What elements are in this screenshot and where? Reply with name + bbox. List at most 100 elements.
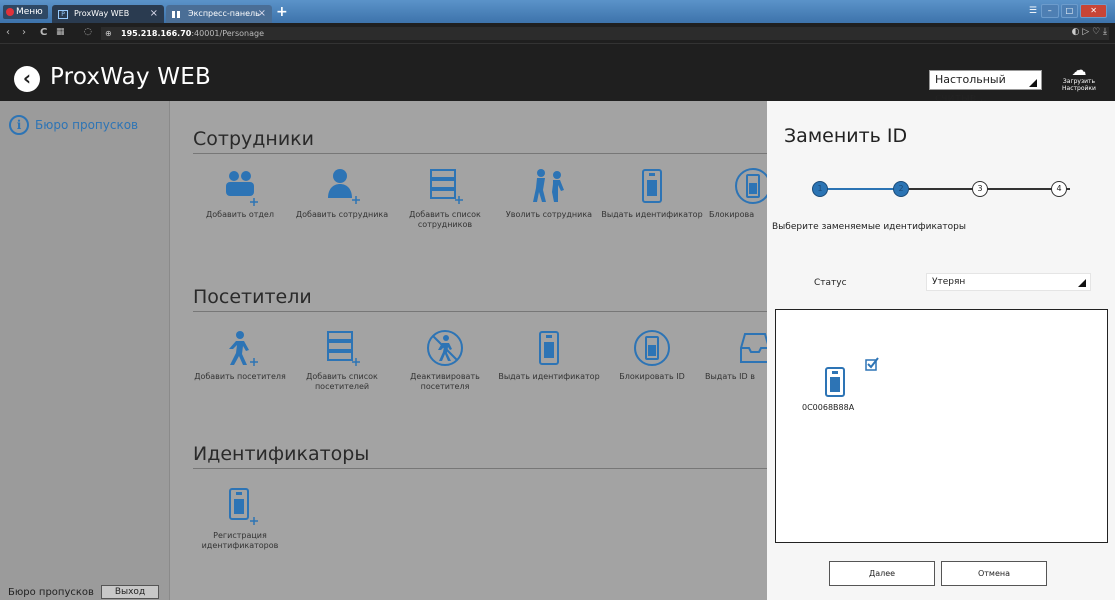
- id-card-icon: [642, 169, 662, 203]
- browser-titlebar: Меню P ProxWay WEB × Экспресс-панель × +…: [0, 0, 1115, 23]
- tile-label: Добавить отдел: [206, 210, 274, 219]
- tab-close-icon[interactable]: ×: [150, 5, 158, 23]
- tile-label: Выдать ID в: [705, 372, 755, 381]
- forward-arrow-icon[interactable]: ›: [22, 27, 26, 38]
- window-controls: – □ ✕: [1041, 4, 1108, 18]
- dropdown-arrow-icon: [1029, 79, 1037, 87]
- identifier-item[interactable]: 0C0068B88A: [802, 356, 879, 426]
- tile-block-id-employee[interactable]: Блокирова: [703, 166, 767, 220]
- status-select-value: Утерян: [932, 277, 966, 287]
- extensions-icon[interactable]: ◐ ▷ ♡ ⤓: [1072, 27, 1107, 37]
- register-id-icon: [229, 488, 258, 525]
- shield-icon[interactable]: ◌: [84, 27, 92, 37]
- add-employee-icon: [328, 169, 360, 204]
- checkbox-checked-icon[interactable]: [865, 357, 879, 371]
- step-1: 1: [812, 181, 828, 197]
- tile-label: Добавить список сотрудников: [409, 210, 481, 229]
- close-window-button[interactable]: ✕: [1080, 4, 1108, 18]
- tray-icon: [740, 333, 767, 363]
- browser-menu-button[interactable]: Меню: [3, 5, 48, 19]
- app-title: ProxWay WEB: [50, 64, 211, 90]
- tab-menu-icon[interactable]: ☰: [1029, 6, 1037, 16]
- tile-label: Выдать идентификатор: [601, 210, 703, 219]
- tile-dismiss-employee[interactable]: Уволить сотрудника: [497, 166, 601, 220]
- stepper: 1 2 3 4: [810, 179, 1088, 199]
- tile-label: Уволить сотрудника: [505, 210, 593, 219]
- dismiss-employee-icon: [533, 169, 564, 202]
- tab-close-icon[interactable]: ×: [258, 5, 266, 23]
- address-bar: ‹ › C ▦ ◌ ⊕ 195.218.166.70:40001/Persona…: [0, 23, 1115, 44]
- sidebar-item-pass-office[interactable]: i Бюро пропусков: [9, 115, 164, 135]
- load-settings-label-1: Загрузить: [1062, 78, 1096, 85]
- sidebar-footer: Бюро пропусков Выход: [0, 584, 170, 600]
- tile-label: Блокировать ID: [619, 372, 685, 381]
- tile-add-visitor[interactable]: Добавить посетителя: [188, 328, 292, 382]
- info-icon: i: [9, 115, 29, 135]
- add-visitor-icon: [229, 331, 258, 366]
- back-arrow-icon[interactable]: ‹: [6, 27, 10, 38]
- new-tab-button[interactable]: +: [276, 4, 288, 20]
- minimize-button[interactable]: –: [1041, 4, 1059, 18]
- tab-proxway[interactable]: P ProxWay WEB ×: [52, 5, 164, 23]
- id-card-icon: [539, 331, 559, 365]
- block-id-icon: [634, 330, 670, 366]
- tile-label: Добавить посетителя: [194, 372, 286, 381]
- cloud-upload-icon: ☁: [1071, 61, 1087, 79]
- tile-add-employee-list[interactable]: Добавить список сотрудников: [393, 166, 497, 230]
- panel-title: Заменить ID: [784, 125, 908, 147]
- tile-deactivate-visitor[interactable]: Деактивировать посетителя: [393, 328, 497, 392]
- globe-icon: ⊕: [105, 29, 112, 38]
- section-title-employees: Сотрудники: [193, 128, 773, 154]
- reload-icon[interactable]: C: [40, 27, 47, 38]
- speed-dial-grid-icon[interactable]: ▦: [56, 27, 65, 37]
- next-button[interactable]: Далее: [829, 561, 935, 586]
- tile-issue-id-visitor[interactable]: Выдать идентификатор: [497, 328, 601, 382]
- step-3: 3: [972, 181, 988, 197]
- section-title-visitors: Посетители: [193, 286, 773, 312]
- tile-add-visitor-list[interactable]: Добавить список посетителей: [290, 328, 394, 392]
- url-field[interactable]: ⊕ 195.218.166.70:40001/Personage: [101, 27, 1109, 40]
- footer-label: Бюро пропусков: [8, 587, 94, 598]
- tile-label: Добавить сотрудника: [295, 210, 389, 219]
- add-employee-list-icon: [430, 169, 463, 204]
- tile-issue-id-tray[interactable]: Выдать ID в: [703, 328, 767, 382]
- search-input[interactable]: [775, 309, 1108, 331]
- tile-label: Блокирова: [709, 210, 755, 219]
- tile-add-department[interactable]: Добавить отдел: [188, 166, 292, 220]
- replace-id-panel: Заменить ID 1 2 3 4 Выберите заменяемые …: [767, 101, 1115, 600]
- id-card-icon: [825, 367, 845, 397]
- tile-label: Выдать идентификатор: [498, 372, 600, 381]
- status-label: Статус: [814, 278, 847, 288]
- status-select[interactable]: Утерян: [926, 273, 1091, 291]
- step-connector: [820, 188, 902, 190]
- section-title-identifiers: Идентификаторы: [193, 443, 773, 469]
- tile-block-id-visitor[interactable]: Блокировать ID: [600, 328, 704, 382]
- load-settings-button[interactable]: ☁ Загрузить Настройки: [1049, 62, 1109, 92]
- sidebar: [0, 101, 170, 600]
- block-id-icon: [735, 168, 767, 204]
- tile-add-employee[interactable]: Добавить сотрудника: [290, 166, 394, 220]
- sidebar-item-label: Бюро пропусков: [35, 118, 139, 132]
- add-department-icon: [226, 171, 258, 206]
- tab-label: ProxWay WEB: [74, 9, 130, 18]
- tile-register-id[interactable]: Регистрация идентификаторов: [188, 487, 292, 551]
- tile-label: Деактивировать посетителя: [410, 372, 480, 391]
- logout-button[interactable]: Выход: [101, 585, 159, 599]
- tab-express-panel[interactable]: Экспресс-панель ×: [166, 5, 272, 23]
- identifier-code: 0C0068B88A: [802, 403, 855, 412]
- load-settings-label-2: Настройки: [1062, 85, 1096, 92]
- url-host: 195.218.166.70: [121, 29, 192, 38]
- step-2: 2: [893, 181, 909, 197]
- proxway-favicon-icon: P: [58, 10, 68, 19]
- back-circle-icon[interactable]: ‹: [14, 66, 40, 92]
- maximize-button[interactable]: □: [1060, 4, 1079, 18]
- tile-label: Регистрация идентификаторов: [201, 531, 279, 550]
- deactivate-visitor-icon: [427, 330, 463, 366]
- reader-select[interactable]: Настольный считыв...: [929, 70, 1042, 104]
- cancel-button[interactable]: Отмена: [941, 561, 1047, 586]
- dropdown-arrow-icon: [1078, 279, 1086, 287]
- tile-issue-id-employee[interactable]: Выдать идентификатор: [600, 166, 704, 220]
- instruction-text: Выберите заменяемые идентификаторы: [772, 222, 966, 232]
- speed-dial-icon: [172, 11, 182, 18]
- tab-label: Экспресс-панель: [188, 9, 260, 18]
